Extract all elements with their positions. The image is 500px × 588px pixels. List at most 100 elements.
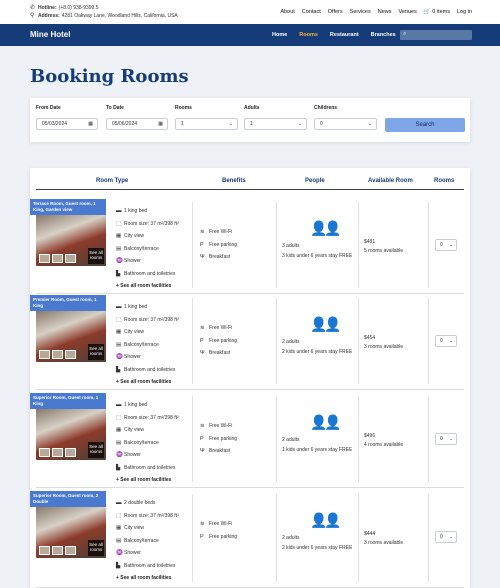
room-feature-text: Balcony/terrace: [124, 341, 159, 348]
availability-info: $496 4 rooms available: [364, 432, 403, 450]
room-benefit: ≋ Free Wi-Fi: [200, 518, 237, 531]
room-quantity-select[interactable]: 0 ⌄: [435, 433, 457, 445]
login-link[interactable]: Log in: [457, 9, 472, 15]
thumbnail[interactable]: [65, 350, 76, 359]
page-title: Booking Rooms: [30, 66, 189, 87]
thumbnail[interactable]: [39, 254, 50, 263]
calendar-icon: ▦: [158, 121, 163, 127]
from-date-value: 05/03/2024: [42, 121, 68, 127]
see-all-photos-button[interactable]: See all rooms: [88, 248, 104, 264]
people-icon: 👤👤: [310, 512, 342, 528]
thumbnail[interactable]: [52, 254, 63, 263]
room-photo[interactable]: See all rooms: [36, 302, 106, 362]
hotline-value[interactable]: (+8.0) 938-9399.5: [59, 4, 99, 12]
room-benefit: ≋ Free Wi-Fi: [200, 226, 237, 239]
nav-search-input[interactable]: ⌕: [400, 30, 472, 40]
nav-branches[interactable]: Branches: [371, 32, 396, 38]
menu-offers[interactable]: Offers: [328, 9, 343, 15]
room-thumbnails: [39, 546, 76, 555]
menu-contact[interactable]: Contact: [302, 9, 321, 15]
room-benefit-text: Free parking: [209, 337, 238, 344]
city-view-icon: ▦: [116, 329, 122, 335]
people-info: 3 adults 3 kids under 6 years stay FREE: [282, 242, 352, 261]
room-quantity-select[interactable]: 0 ⌄: [435, 239, 457, 251]
breakfast-icon: Ψ: [200, 448, 205, 454]
nav-home[interactable]: Home: [272, 32, 287, 38]
room-price: $454: [364, 335, 376, 341]
thumbnail[interactable]: [65, 546, 76, 555]
nav-restaurant[interactable]: Restaurant: [330, 32, 359, 38]
adults-select[interactable]: 1 ⌄: [244, 118, 307, 130]
contact-info: ✆ Hotline: (+8.0) 938-9399.5 ⚲ Address: 4281…: [30, 4, 178, 20]
room-size-icon: ⬚: [116, 414, 122, 421]
room-benefit-text: Free parking: [209, 435, 238, 442]
room-feature: ♒Shower: [116, 255, 179, 268]
kids-info: 1 kids under 6 years stay FREE: [282, 446, 353, 453]
room-benefit-text: Free Wi-Fi: [209, 521, 233, 527]
to-date-value: 05/06/2024: [112, 121, 138, 127]
availability-info: $444 3 rooms available: [364, 530, 403, 548]
room-feature: ▤ Balcony/terrace: [116, 339, 179, 352]
rooms-available: 5 rooms available: [364, 248, 404, 254]
room-thumbnails: [39, 350, 76, 359]
thumbnail[interactable]: [52, 350, 63, 359]
room-name-label: Premier Room, Guest room, 1 King: [30, 295, 106, 311]
room-benefit-text: Free parking: [209, 241, 238, 248]
children-select[interactable]: 0 ⌄: [314, 118, 377, 130]
thumbnail[interactable]: [52, 546, 63, 555]
divider: [358, 298, 359, 384]
room-benefit: ≋ Free Wi-Fi: [200, 322, 237, 335]
room-benefit-text: Breakfast: [209, 254, 231, 260]
chevron-down-icon: ⌄: [449, 242, 453, 247]
room-feature-text: Room size: 37 m²/398 ft²: [124, 512, 179, 519]
from-date-input[interactable]: 05/03/2024 ▦: [36, 118, 98, 130]
room-benefit-text: Free parking: [209, 533, 238, 540]
thumbnail[interactable]: [39, 546, 50, 555]
thumbnail[interactable]: [65, 448, 76, 457]
nav-rooms[interactable]: Rooms: [299, 32, 318, 38]
thumbnail[interactable]: [39, 350, 50, 359]
see-all-facilities-link[interactable]: + See all room facilities: [116, 474, 179, 487]
see-all-photos-button[interactable]: See all rooms: [88, 540, 104, 556]
room-photo[interactable]: See all rooms: [36, 498, 106, 558]
room-feature-text: 1 king bed: [124, 402, 148, 408]
room-thumbnails: [39, 448, 76, 457]
room-quantity-select[interactable]: 0 ⌄: [435, 531, 457, 543]
room-feature-text: 1 king bed: [124, 304, 148, 310]
menu-about[interactable]: About: [280, 9, 294, 15]
room-quantity-select[interactable]: 0 ⌄: [435, 335, 457, 347]
header-room-type: Room Type: [96, 178, 129, 184]
see-all-facilities-link[interactable]: + See all room facilities: [116, 280, 179, 293]
room-benefits: ≋ Free Wi-Fi P Free parking Ψ Breakfast: [200, 322, 237, 360]
search-button[interactable]: Search: [385, 118, 465, 132]
room-feature: ▬ 1 king bed: [116, 205, 179, 218]
room-benefit-text: Free Wi-Fi: [209, 229, 233, 235]
cart-link[interactable]: 🛒 0 items: [424, 9, 450, 15]
thumbnail[interactable]: [52, 448, 63, 457]
menu-venues[interactable]: Venues: [399, 9, 417, 15]
parking-icon: P: [200, 533, 204, 540]
header-available-room: Available Room: [368, 178, 413, 184]
see-all-photos-button[interactable]: See all rooms: [88, 344, 104, 360]
thumbnail[interactable]: [39, 448, 50, 457]
rooms-select[interactable]: 1 ⌄: [175, 118, 238, 130]
brand-logo[interactable]: Mine Hotel: [30, 30, 70, 39]
city-view-icon: ▦: [116, 427, 122, 433]
thumbnail[interactable]: [65, 254, 76, 263]
room-quantity-value: 0: [440, 436, 443, 442]
to-date-label: To Date: [106, 105, 124, 111]
menu-news[interactable]: News: [378, 9, 392, 15]
room-feature-text: 1 king bed: [124, 208, 148, 214]
see-all-facilities-link[interactable]: + See all room facilities: [116, 376, 179, 389]
see-all-photos-button[interactable]: See all rooms: [88, 442, 104, 458]
to-date-input[interactable]: 05/06/2024 ▦: [106, 118, 168, 130]
menu-services[interactable]: Services: [350, 9, 371, 15]
room-photo[interactable]: See all rooms: [36, 206, 106, 266]
see-all-facilities-link[interactable]: + See all room facilities: [116, 572, 179, 585]
room-feature: ▦ City view: [116, 522, 179, 535]
room-photo[interactable]: See all rooms: [36, 400, 106, 460]
room-feature-text: Bathroom and toiletries: [124, 366, 176, 373]
chevron-down-icon: ⌄: [228, 121, 233, 127]
room-size-icon: ⬚: [116, 512, 122, 519]
room-feature: ⬚ Room size: 37 m²/398 ft²: [116, 218, 179, 231]
